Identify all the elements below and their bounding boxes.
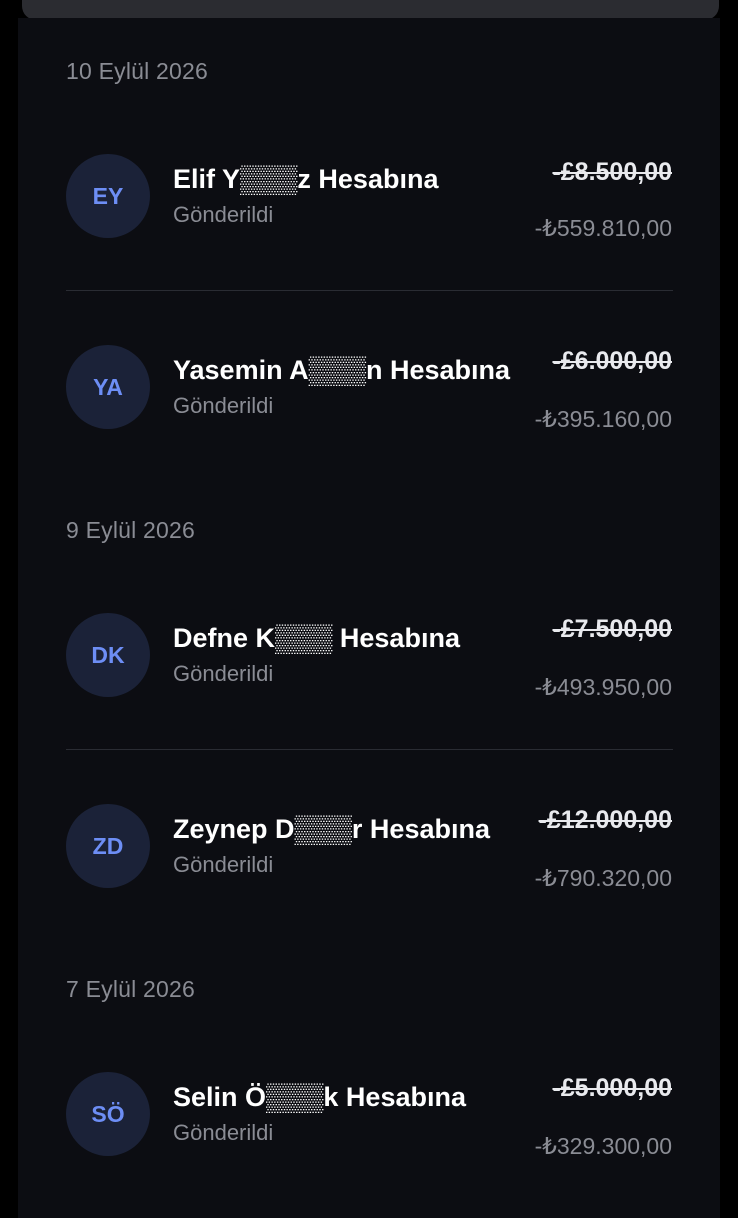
transfer-status: Gönderildi xyxy=(173,852,274,877)
amount-try: -₺329.300,00 xyxy=(534,1133,672,1159)
top-search-bar[interactable] xyxy=(22,0,719,20)
amount-try: -₺493.950,00 xyxy=(534,674,672,700)
recipient-name: Defne K▒▒▒ Hesabına xyxy=(173,623,460,653)
divider xyxy=(66,749,673,750)
amount-try: -₺395.160,00 xyxy=(534,406,672,432)
amount-gbp: -£6.000,00 xyxy=(552,347,672,375)
amount-gbp: -£8.500,00 xyxy=(552,158,672,186)
section-date: 7 Eylül 2026 xyxy=(66,976,195,1002)
recipient-name: Selin Ö▒▒▒k Hesabına xyxy=(173,1082,466,1112)
avatar: DK xyxy=(66,613,150,697)
transaction-row[interactable]: SÖ Selin Ö▒▒▒k Hesabına Gönderildi -£5.0… xyxy=(0,1058,738,1168)
avatar: EY xyxy=(66,154,150,238)
transaction-row[interactable]: ZD Zeynep D▒▒▒r Hesabına Gönderildi -£12… xyxy=(0,790,738,900)
avatar: ZD xyxy=(66,804,150,888)
amount-try: -₺559.810,00 xyxy=(534,215,672,241)
transfer-status: Gönderildi xyxy=(173,1120,274,1145)
avatar: SÖ xyxy=(66,1072,150,1156)
avatar: YA xyxy=(66,345,150,429)
transaction-row[interactable]: EY Elif Y▒▒▒z Hesabına Gönderildi -£8.50… xyxy=(0,140,738,250)
transaction-row[interactable]: DK Defne K▒▒▒ Hesabına Gönderildi -£7.50… xyxy=(0,599,738,709)
transfer-status: Gönderildi xyxy=(173,661,274,686)
amount-gbp: -£12.000,00 xyxy=(538,806,672,834)
transfer-status: Gönderildi xyxy=(173,393,274,418)
recipient-name: Zeynep D▒▒▒r Hesabına xyxy=(173,814,490,844)
recipient-name: Elif Y▒▒▒z Hesabına xyxy=(173,164,439,194)
amount-try: -₺790.320,00 xyxy=(534,865,672,891)
transfer-status: Gönderildi xyxy=(173,202,274,227)
section-date: 9 Eylül 2026 xyxy=(66,517,195,543)
section-date: 10 Eylül 2026 xyxy=(66,58,208,84)
transaction-row[interactable]: YA Yasemin A▒▒▒n Hesabına Gönderildi -£6… xyxy=(0,331,738,441)
recipient-name: Yasemin A▒▒▒n Hesabına xyxy=(173,355,510,385)
amount-gbp: -£5.000,00 xyxy=(552,1074,672,1102)
divider xyxy=(66,290,673,291)
amount-gbp: -£7.500,00 xyxy=(552,615,672,643)
